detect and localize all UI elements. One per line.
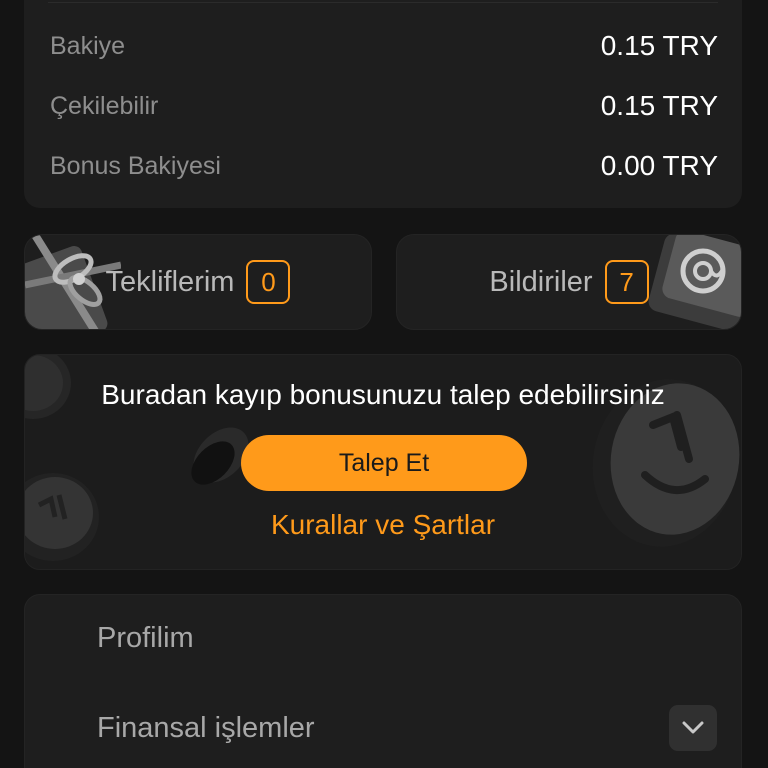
balance-row: Bakiye 0.15 TRY bbox=[50, 26, 718, 66]
account-menu: Profilim Finansal işlemler bbox=[24, 594, 742, 768]
notifications-tile[interactable]: Bildiriler 7 bbox=[396, 234, 742, 330]
offers-tile[interactable]: Tekliflerim 0 bbox=[24, 234, 372, 330]
bonus-balance-label: Bonus Bakiyesi bbox=[50, 151, 221, 180]
notifications-content: Bildiriler 7 bbox=[489, 260, 649, 304]
withdrawable-label: Çekilebilir bbox=[50, 91, 159, 120]
account-page: Bakiye 0.15 TRY Çekilebilir 0.15 TRY Bon… bbox=[0, 0, 768, 768]
at-sign-icon bbox=[648, 235, 741, 329]
balance-value: 0.15 TRY bbox=[600, 30, 718, 61]
notifications-count-badge: 7 bbox=[604, 260, 649, 304]
terms-link[interactable]: Kurallar ve Şartlar bbox=[25, 509, 741, 541]
notifications-label: Bildiriler bbox=[489, 265, 593, 298]
menu-item-label: Finansal işlemler bbox=[97, 711, 315, 744]
offers-count-badge: 0 bbox=[246, 260, 291, 304]
bonus-balance-value: 0.00 TRY bbox=[600, 150, 718, 181]
withdrawable-value: 0.15 TRY bbox=[600, 90, 718, 121]
menu-item-financial-transactions[interactable]: Finansal işlemler bbox=[97, 703, 717, 753]
offers-label: Tekliflerim bbox=[105, 265, 235, 298]
bonus-balance-row: Bonus Bakiyesi 0.00 TRY bbox=[50, 146, 718, 186]
loss-bonus-card: Buradan kayıp bonusunuzu talep edebilirs… bbox=[24, 354, 742, 570]
balance-label: Bakiye bbox=[50, 31, 126, 60]
menu-item-label: Profilim bbox=[97, 621, 194, 654]
promo-title: Buradan kayıp bonusunuzu talep edebilirs… bbox=[101, 379, 665, 410]
chevron-down-icon[interactable] bbox=[669, 705, 717, 751]
balance-card: Bakiye 0.15 TRY Çekilebilir 0.15 TRY Bon… bbox=[24, 0, 742, 208]
menu-item-profile[interactable]: Profilim bbox=[97, 613, 717, 663]
request-bonus-button[interactable]: Talep Et bbox=[241, 435, 527, 491]
withdrawable-row: Çekilebilir 0.15 TRY bbox=[50, 86, 718, 126]
offers-content: Tekliflerim 0 bbox=[106, 260, 291, 304]
divider bbox=[48, 2, 718, 3]
